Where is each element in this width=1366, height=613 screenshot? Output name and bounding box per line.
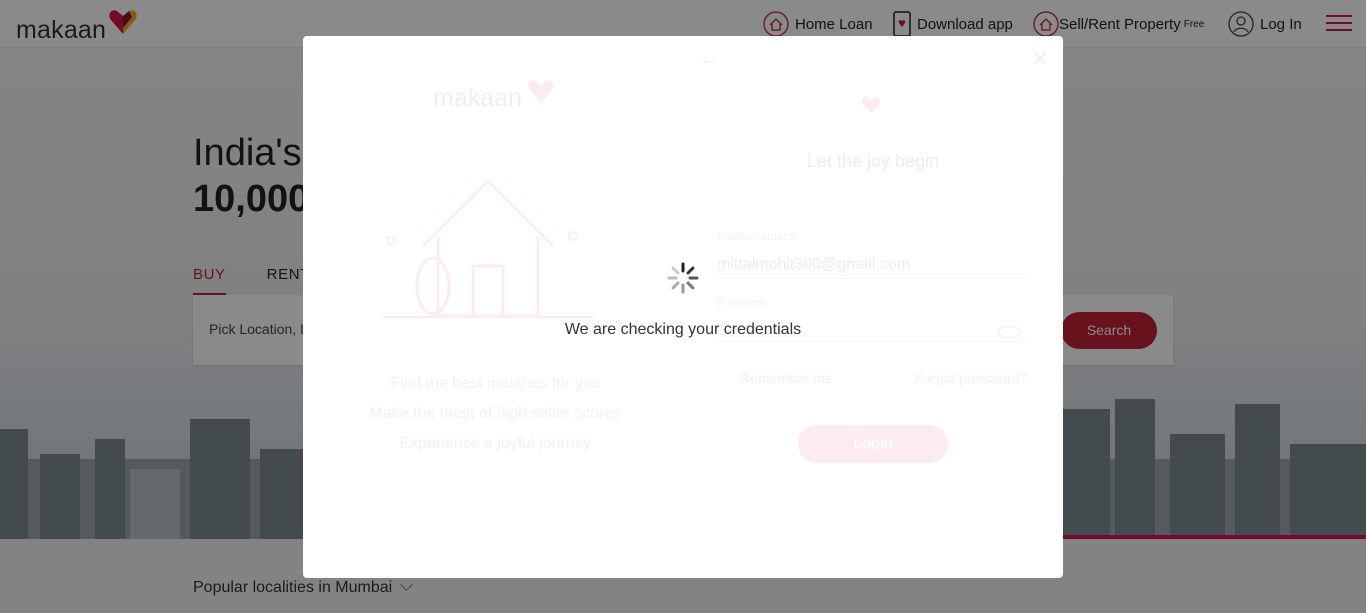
modal-heading: Let the joy begin bbox=[806, 151, 940, 171]
remember-me-checkbox[interactable]: Remember me bbox=[740, 370, 833, 386]
login-button[interactable]: Login bbox=[798, 425, 948, 463]
heart-icon bbox=[528, 80, 554, 103]
modal-taglines: Find the best matches for you Make the m… bbox=[343, 369, 648, 459]
close-icon[interactable]: ✕ bbox=[1031, 46, 1049, 72]
house-illustration bbox=[383, 178, 593, 318]
modal-logo: makaan bbox=[433, 78, 563, 114]
email-field[interactable]: mittalmohit300@gmail.com bbox=[717, 256, 1027, 279]
loading-spinner-icon bbox=[667, 262, 699, 294]
tagline-3: Experience a joyful journey bbox=[399, 435, 592, 452]
tagline-2: Make the most of high seller scores bbox=[369, 405, 622, 422]
loading-status-text: We are checking your credentials bbox=[564, 321, 802, 338]
modal-logo-text: makaan bbox=[433, 84, 522, 112]
back-arrow-icon[interactable]: ← bbox=[699, 48, 719, 71]
email-label: Email/Username bbox=[717, 231, 799, 243]
forgot-password-link[interactable]: Forgot password? bbox=[915, 370, 1027, 386]
heart-icon-small bbox=[861, 97, 881, 113]
password-label: Password bbox=[717, 297, 766, 309]
tagline-1: Find the best matches for you bbox=[390, 375, 601, 392]
login-modal: makaan Find the best matches for you Mak… bbox=[303, 36, 1063, 578]
